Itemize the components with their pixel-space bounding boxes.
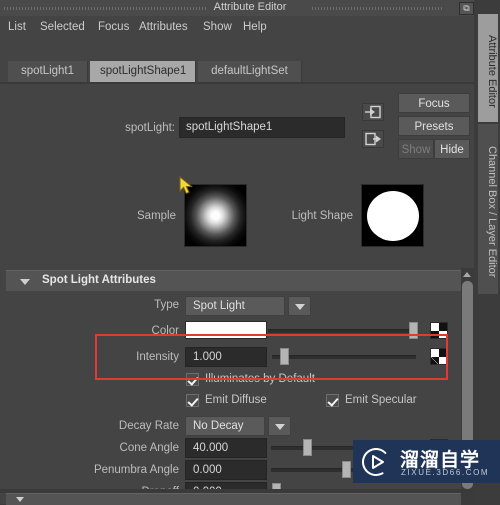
cone-angle-label: Cone Angle [119,442,179,454]
arrow-out-of-box-icon[interactable] [362,130,384,148]
emit-diffuse-checkbox[interactable] [186,394,199,407]
checker-texture-icon-color[interactable] [430,322,448,339]
penumbra-angle-slider-knob[interactable] [342,461,351,478]
tab-spotlight1[interactable]: spotLight1 [8,61,88,82]
menu-item-help[interactable]: Help [243,21,267,33]
light-shape-disc [366,190,419,241]
illuminates-by-default-checkbox[interactable] [186,373,199,386]
sample-glow [185,185,246,246]
next-section-header[interactable] [6,493,461,505]
triangle-down-icon [20,279,30,285]
vtab-attribute-editor[interactable]: Attribute Editor [478,14,498,122]
scroll-up-arrow-icon[interactable] [462,269,473,279]
white-disc-swatch[interactable] [361,184,424,247]
menu-item-selected[interactable]: Selected [40,21,85,33]
focus-button[interactable]: Focus [398,93,470,113]
spot-light-attributes-section-header[interactable]: Spot Light Attributes [6,270,461,291]
tab-defaultlightset[interactable]: defaultLightSet [198,61,302,82]
decay-rate-dropdown[interactable]: No Decay [185,416,265,436]
sample-label: Sample [137,210,176,222]
node-tabstrip: spotLight1 spotLightShape1 defaultLightS… [0,61,474,82]
node-name-input[interactable]: spotLightShape1 [179,117,345,138]
chevron-down-icon-decay[interactable] [268,416,291,436]
emit-diffuse-label: Emit Diffuse [205,394,267,406]
hide-button[interactable]: Hide [434,139,470,159]
window-title: Attribute Editor [0,1,500,13]
penumbra-angle-input[interactable]: 0.000 [185,460,267,480]
intensity-slider-track[interactable] [272,355,416,359]
color-swatch[interactable] [185,321,267,339]
menu-item-show[interactable]: Show [203,21,232,33]
light-shape-label: Light Shape [291,210,353,222]
checker-texture-icon-cone-angle[interactable] [430,439,448,456]
window-titlebar: Attribute Editor ⧉ ✕ [0,0,500,16]
intensity-label: Intensity [136,351,179,363]
type-label: Type [154,299,179,311]
intensity-input[interactable]: 1.000 [185,347,267,367]
presets-button[interactable]: Presets [398,116,470,136]
menu-item-list[interactable]: List [8,21,26,33]
intensity-slider-knob[interactable] [280,348,289,365]
color-label: Color [151,325,179,337]
cone-angle-input[interactable]: 40.000 [185,438,267,458]
type-dropdown[interactable]: Spot Light [185,296,285,316]
attribute-rows: Type Spot Light Color Intensity 1.000 Il… [6,291,461,502]
arrow-into-box-icon[interactable] [362,103,384,121]
show-button[interactable]: Show [398,139,434,159]
emit-specular-checkbox[interactable] [326,394,339,407]
scrollbar-thumb[interactable] [462,281,473,489]
tab-spotlightshape1[interactable]: spotLightShape1 [90,61,196,82]
menu-item-attributes[interactable]: Attributes [139,21,188,33]
checker-texture-icon-intensity[interactable] [430,348,448,365]
color-slider-track[interactable] [268,329,416,333]
chevron-down-icon-type[interactable] [288,296,311,316]
cone-angle-slider-knob[interactable] [303,439,312,456]
spotlight-field-label: spotLight: [125,122,175,134]
right-panel-rail: Attribute Editor Channel Box / Layer Edi… [474,0,500,504]
triangle-down-icon-next [16,497,24,502]
vtab-channel-box-layer-editor[interactable]: Channel Box / Layer Editor [478,124,498,294]
attribute-editor-window: Attribute Editor ⧉ ✕ List Selected Focus… [0,0,500,505]
illuminates-by-default-label: Illuminates by Default [205,373,315,385]
menu-item-focus[interactable]: Focus [98,21,129,33]
section-title: Spot Light Attributes [42,274,156,286]
decay-rate-label: Decay Rate [118,420,179,432]
penumbra-angle-label: Penumbra Angle [93,464,179,476]
color-slider-knob[interactable] [409,322,418,339]
radial-glow-swatch[interactable] [184,184,247,247]
emit-specular-label: Emit Specular [345,394,417,406]
cone-angle-slider-track[interactable] [271,446,416,450]
menubar: List Selected Focus Attributes Show Help [0,16,474,40]
restore-window-icon[interactable]: ⧉ [459,2,474,15]
